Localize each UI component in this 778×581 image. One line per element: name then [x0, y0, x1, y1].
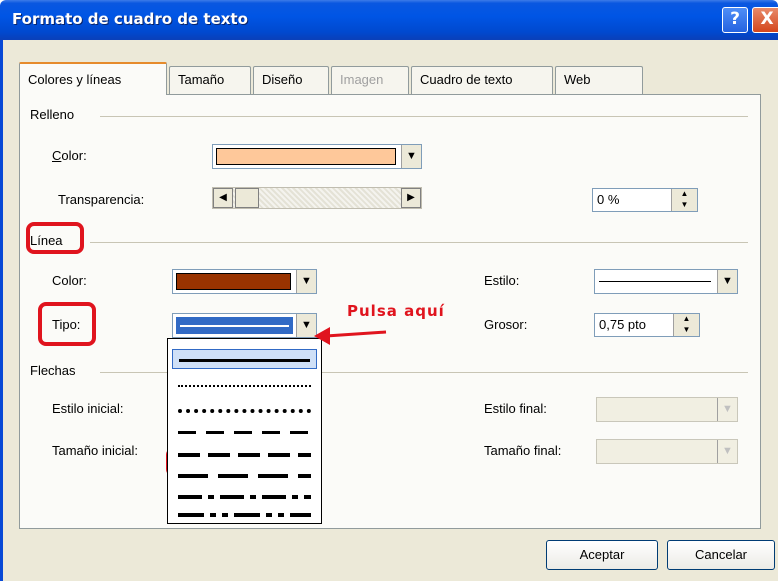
line-type-option[interactable]: [172, 349, 317, 369]
transparencia-label: Transparencia:: [58, 192, 145, 207]
estilo-final-label: Estilo final:: [484, 401, 547, 416]
relleno-color-label-text: olor:: [61, 148, 87, 163]
chevron-down-icon[interactable]: ▼: [296, 270, 316, 293]
cancelar-button[interactable]: Cancelar: [667, 540, 775, 570]
line-sample: [178, 385, 311, 387]
transparencia-slider[interactable]: ◀ ▶: [212, 187, 422, 209]
close-button[interactable]: X: [752, 7, 778, 33]
aceptar-button[interactable]: Aceptar: [546, 540, 658, 570]
tamano-final-combo: ▼: [596, 439, 738, 464]
tab-diseno[interactable]: Diseño: [253, 66, 329, 94]
line-type-option[interactable]: [172, 375, 317, 395]
tamano-inicial-label: Tamaño inicial:: [52, 443, 138, 458]
linea-color-swatch: [176, 273, 291, 290]
line-sample: [599, 281, 711, 282]
chevron-down-icon[interactable]: ▼: [401, 145, 421, 168]
line-sample: [178, 495, 311, 499]
arrow-left-icon[interactable]: ◀: [213, 188, 233, 208]
section-flechas: Flechas: [30, 363, 76, 378]
line-type-option[interactable]: [172, 503, 317, 523]
arrow-left-icon: [314, 327, 387, 345]
spin-down-icon[interactable]: ▼: [674, 325, 699, 336]
estilo-final-combo: ▼: [596, 397, 738, 422]
tab-web[interactable]: Web: [555, 66, 643, 94]
highlight-linea: [26, 222, 84, 254]
line-sample: [178, 431, 311, 434]
title-bar: Formato de cuadro de texto ? X: [0, 0, 778, 40]
spin-buttons[interactable]: ▲ ▼: [671, 189, 697, 211]
spin-down-icon[interactable]: ▼: [672, 200, 697, 211]
linea-color-label: Color:: [52, 273, 87, 288]
tipo-combo[interactable]: ▼: [172, 313, 317, 338]
tab-cuadro-de-texto[interactable]: Cuadro de texto: [411, 66, 553, 94]
line-sample: [180, 325, 289, 327]
section-relleno: Relleno: [30, 107, 75, 122]
line-sample: [178, 453, 311, 457]
grosor-spinner[interactable]: 0,75 pto ▲ ▼: [594, 313, 700, 337]
separator: [100, 116, 748, 117]
line-type-option[interactable]: [172, 464, 317, 484]
chevron-down-icon[interactable]: ▼: [717, 270, 737, 293]
slider-thumb[interactable]: [235, 188, 259, 208]
line-sample: [179, 359, 310, 362]
line-sample: [178, 474, 311, 478]
spin-up-icon[interactable]: ▲: [674, 314, 699, 325]
relleno-color-combo[interactable]: ▼: [212, 144, 422, 169]
chevron-down-icon: ▼: [717, 398, 737, 421]
tamano-final-label: Tamaño final:: [484, 443, 562, 458]
transparencia-spinner[interactable]: 0 % ▲ ▼: [592, 188, 698, 212]
line-sample: [178, 409, 311, 413]
estilo-combo[interactable]: ▼: [594, 269, 738, 294]
line-type-option[interactable]: [172, 399, 317, 419]
arrow-right-icon[interactable]: ▶: [401, 188, 421, 208]
relleno-color-label: Color:: [52, 148, 87, 163]
spin-up-icon[interactable]: ▲: [672, 189, 697, 200]
line-type-option[interactable]: [172, 443, 317, 463]
linea-color-combo[interactable]: ▼: [172, 269, 317, 294]
tab-colores-y-lineas[interactable]: Colores y líneas: [19, 62, 167, 95]
tab-imagen: Imagen: [331, 66, 409, 94]
tipo-selected: [176, 317, 293, 334]
line-sample: [178, 513, 311, 517]
help-button[interactable]: ?: [722, 7, 748, 33]
grosor-value: 0,75 pto: [599, 317, 646, 332]
transparencia-value: 0 %: [597, 192, 620, 207]
relleno-color-swatch: [216, 148, 396, 165]
estilo-inicial-label: Estilo inicial:: [52, 401, 124, 416]
line-type-option[interactable]: [172, 485, 317, 505]
tipo-dropdown-list[interactable]: [167, 338, 322, 524]
estilo-label: Estilo:: [484, 273, 520, 288]
window-title: Formato de cuadro de texto: [12, 10, 248, 28]
grosor-label: Grosor:: [484, 317, 528, 332]
highlight-tipo: [38, 302, 96, 346]
separator: [90, 242, 748, 243]
chevron-down-icon: ▼: [717, 440, 737, 463]
tab-tamano[interactable]: Tamaño: [169, 66, 251, 94]
line-type-option[interactable]: [172, 421, 317, 441]
spin-buttons[interactable]: ▲ ▼: [673, 314, 699, 336]
